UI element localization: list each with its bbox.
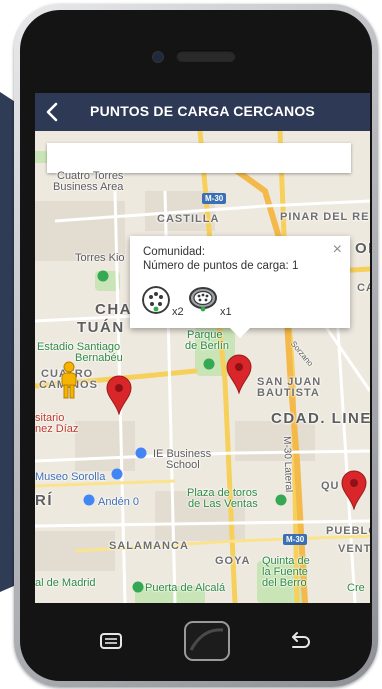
district-label: BAUTISTA: [257, 387, 320, 399]
close-icon[interactable]: ×: [333, 241, 342, 259]
app-bar: PUNTOS DE CARGA CERCANOS: [35, 93, 370, 131]
page-title: PUNTOS DE CARGA CERCANOS: [90, 103, 315, 119]
park-marker-icon: [97, 270, 109, 282]
landmark-marker-icon: [132, 581, 144, 593]
info-window: × Comunidad: Número de puntos de carga: …: [130, 236, 350, 338]
district-label: RÍ: [35, 492, 53, 509]
map-label: School: [166, 459, 200, 471]
district-label: OR: [355, 240, 370, 257]
district-label: PUEBLO: [326, 525, 370, 537]
place-marker-icon: [83, 494, 95, 506]
landmark-marker-icon: [275, 494, 287, 506]
type2-connector-icon: [142, 286, 170, 314]
park-marker-icon: [203, 358, 215, 370]
map-label: de Las Ventas: [188, 498, 258, 510]
district-label: QU: [321, 480, 340, 492]
road-label: M-30 Lateral: [281, 435, 294, 493]
map-label: Puerta de Alcalá: [145, 582, 226, 594]
phone-screen: PUNTOS DE CARGA CERCANOS Cuatro Torres B…: [35, 93, 370, 603]
popup-charge-count: Número de puntos de carga: 1: [143, 260, 299, 272]
district-label: CDAD. LINEAL: [271, 410, 370, 427]
connector-count: x1: [220, 306, 232, 318]
popup-community-label: Comunidad:: [143, 246, 206, 258]
road-shield: M-30: [283, 534, 308, 545]
map-label: Business Area: [53, 181, 124, 193]
map-label: Andén 0: [98, 496, 139, 508]
ccs-connector-icon: [189, 287, 217, 312]
museum-marker-icon: [111, 468, 123, 480]
map-label: Museo Sorolla: [35, 471, 106, 483]
map-label: Bernabéu: [75, 352, 123, 364]
map-label: Torres Kio: [75, 252, 125, 264]
road-shield: M-30: [202, 193, 227, 204]
map-label: del Berro: [262, 577, 307, 589]
map-label: de Berlín: [185, 340, 230, 352]
district-label: GOYA: [215, 555, 251, 567]
district-label: TUÁN: [77, 319, 125, 336]
back-arrow-icon[interactable]: [284, 626, 314, 656]
front-camera: [152, 51, 164, 63]
district-label: CHA: [95, 301, 132, 318]
charging-point-pin[interactable]: [341, 470, 367, 510]
district-label: VENT: [338, 543, 370, 555]
district-label: CASTILLA: [157, 213, 220, 225]
district-label: SALAMANCA: [109, 540, 189, 552]
recents-icon[interactable]: [96, 626, 126, 656]
map-label: al de Madrid: [35, 577, 96, 589]
connector-count: x2: [172, 306, 184, 318]
school-marker-icon: [135, 447, 147, 459]
map-label: nez Díaz: [35, 423, 79, 435]
earpiece-speaker: [176, 50, 236, 62]
map-label: Cre: [347, 582, 365, 594]
charging-point-pin[interactable]: [226, 354, 252, 394]
district-label: PINAR DEL REY: [280, 211, 370, 223]
street-view-pegman-icon[interactable]: [58, 361, 80, 399]
home-button-icon[interactable]: [183, 620, 231, 662]
district-label: CA: [357, 282, 370, 294]
map-view[interactable]: Cuatro Torres Business Area M-30 CASTILL…: [35, 131, 370, 603]
search-input[interactable]: [47, 143, 351, 173]
charging-point-pin[interactable]: [106, 375, 132, 415]
